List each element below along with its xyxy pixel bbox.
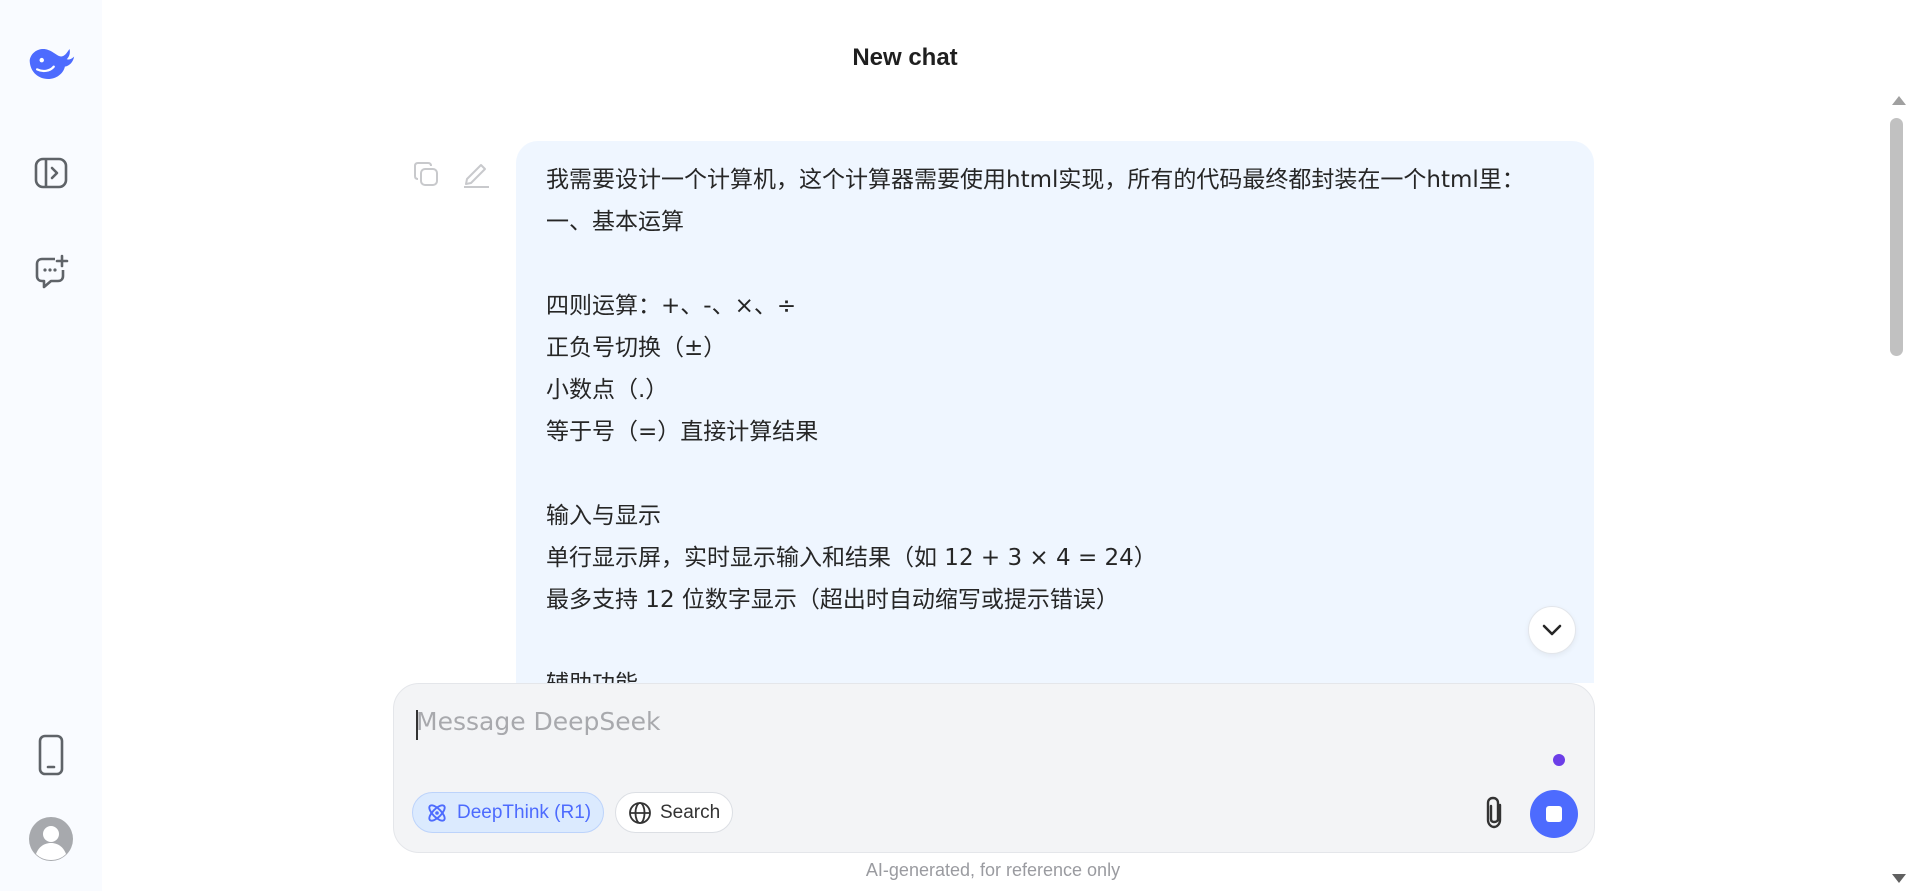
- message-line: 一、基本运算: [546, 209, 684, 235]
- scroll-to-bottom-button[interactable]: [1528, 606, 1576, 654]
- deepthink-label: DeepThink (R1): [457, 801, 592, 823]
- atom-icon: [428, 803, 446, 822]
- paperclip-icon: [1486, 796, 1502, 829]
- message-input-placeholder[interactable]: Message DeepSeek: [416, 707, 661, 736]
- page-scrollbar[interactable]: [1888, 92, 1908, 891]
- message-line: [546, 453, 1564, 495]
- message-line: 等于号（=）直接计算结果: [546, 419, 819, 445]
- message-line: 最多支持 12 位数字显示（超出时自动缩写或提示错误）: [546, 587, 1119, 613]
- message-tools: [410, 158, 492, 190]
- message-line: 辅助功能: [546, 663, 1564, 683]
- avatar[interactable]: [26, 814, 76, 864]
- edit-icon[interactable]: [460, 158, 492, 190]
- user-message-bubble: 我需要设计一个计算机，这个计算器需要使用html实现，所有的代码最终都封装在一个…: [516, 141, 1594, 683]
- page-title: New chat: [102, 44, 1908, 72]
- chevron-down-icon: [1542, 624, 1562, 636]
- sidebar: [0, 0, 102, 891]
- message-line: 正负号切换（±）: [546, 335, 727, 361]
- new-chat-icon[interactable]: [26, 247, 76, 297]
- status-dot: [1553, 754, 1565, 766]
- page-title-text: New chat: [852, 44, 958, 71]
- copy-icon[interactable]: [410, 158, 442, 190]
- deepthink-toggle-button[interactable]: DeepThink (R1): [412, 792, 605, 833]
- open-sidebar-icon[interactable]: [26, 148, 76, 198]
- disclaimer-note: AI-generated, for reference only: [865, 860, 1121, 880]
- message-line: 小数点（.）: [546, 377, 669, 403]
- message-line: [546, 621, 1564, 663]
- message-composer[interactable]: Message DeepSeek DeepThink (R1) Search: [393, 683, 1595, 853]
- message-line: 四则运算：+、-、×、÷: [546, 293, 797, 319]
- search-toggle-button[interactable]: Search: [615, 792, 734, 833]
- globe-icon: [629, 801, 651, 824]
- mobile-app-icon[interactable]: [26, 730, 76, 780]
- stop-icon: [1546, 806, 1562, 822]
- attach-file-button[interactable]: [1472, 790, 1518, 836]
- deepseek-logo-icon[interactable]: [26, 37, 76, 87]
- message-line: 单行显示屏，实时显示输入和结果（如 12 + 3 × 4 = 24）: [546, 545, 1157, 571]
- scroll-down-arrow-icon[interactable]: [1892, 874, 1906, 883]
- search-label: Search: [660, 801, 721, 823]
- message-line: [546, 243, 1564, 285]
- scroll-up-arrow-icon[interactable]: [1892, 96, 1906, 105]
- message-line: 我需要设计一个计算机，这个计算器需要使用html实现，所有的代码最终都封装在一个…: [546, 167, 1525, 193]
- scrollbar-thumb[interactable]: [1890, 118, 1903, 356]
- stop-generation-button[interactable]: [1530, 790, 1578, 838]
- message-line: 输入与显示: [546, 503, 661, 529]
